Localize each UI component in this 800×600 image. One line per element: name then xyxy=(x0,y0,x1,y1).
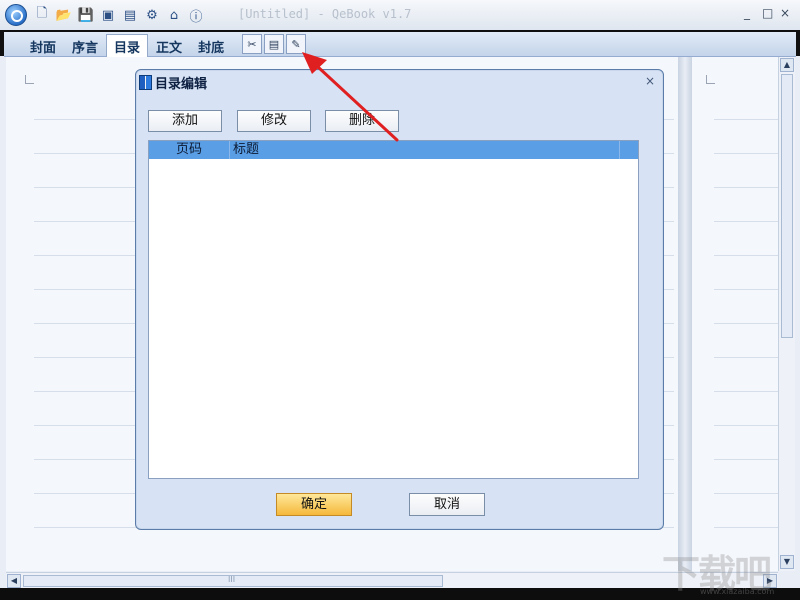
ruled-line xyxy=(714,391,778,392)
dialog-close-button[interactable]: × xyxy=(645,74,655,88)
ruled-line xyxy=(714,153,778,154)
close-window-button[interactable]: × xyxy=(780,6,790,20)
ruled-line xyxy=(714,255,778,256)
vertical-scrollbar[interactable]: ▲ ▼ xyxy=(778,57,795,571)
ruled-line xyxy=(714,119,778,120)
page-corner-mark xyxy=(706,75,715,84)
publish-icon[interactable]: ⚙ xyxy=(142,5,162,25)
watermark-url: www.xiazaiba.com xyxy=(700,587,775,596)
title-bar: 🗋 📂 💾 ▣ ▤ ⚙ ⌂ ⓘ [Untitled] - QeBook v1.7… xyxy=(0,0,800,30)
save-icon[interactable]: 💾 xyxy=(76,5,96,25)
ruled-line xyxy=(714,425,778,426)
ruled-line xyxy=(714,289,778,290)
ruled-line xyxy=(714,459,778,460)
dialog-title: 目录编辑 xyxy=(155,77,208,92)
quick-access-toolbar: 🗋 📂 💾 ▣ ▤ ⚙ ⌂ ⓘ xyxy=(32,5,206,25)
ruled-line xyxy=(714,493,778,494)
page-corner-mark xyxy=(25,75,34,84)
maximize-button[interactable]: □ xyxy=(762,6,773,20)
ruled-line xyxy=(714,527,778,528)
edit-button[interactable]: 修改 xyxy=(237,110,311,132)
cancel-button[interactable]: 取消 xyxy=(409,493,485,516)
dialog-title-bar: 目录编辑 xyxy=(139,73,207,92)
tab-tools: ✂ ▤ ✎ xyxy=(242,34,306,54)
window-title: [Untitled] - QeBook v1.7 xyxy=(238,7,412,21)
minimize-button[interactable]: _ xyxy=(744,6,750,20)
page-right xyxy=(692,57,778,571)
toc-edit-dialog: 目录编辑 × 添加 修改 删除 页码 标题 确定 取消 xyxy=(135,69,664,530)
edit-toc-icon[interactable]: ✎ xyxy=(286,34,306,54)
add-button[interactable]: 添加 xyxy=(148,110,222,132)
horizontal-scroll-thumb[interactable]: III xyxy=(23,575,443,587)
settings-tool-icon[interactable]: ✂ xyxy=(242,34,262,54)
ruled-line xyxy=(714,323,778,324)
ruled-line xyxy=(714,221,778,222)
delete-button[interactable]: 删除 xyxy=(325,110,399,132)
scroll-grip: III xyxy=(228,575,236,584)
open-icon[interactable]: 📂 xyxy=(54,5,74,25)
home-icon[interactable]: ⌂ xyxy=(164,5,184,25)
section-tabs: 封面 序言 目录 正文 封底 ✂ ▤ ✎ xyxy=(4,32,796,60)
scroll-down-button[interactable]: ▼ xyxy=(780,555,794,569)
preview-icon[interactable]: ▤ xyxy=(120,5,140,25)
column-header-title[interactable]: 标题 xyxy=(233,141,620,159)
list-header: 页码 标题 xyxy=(149,141,638,159)
new-icon[interactable]: 🗋 xyxy=(32,5,52,25)
ruled-line xyxy=(714,357,778,358)
help-icon[interactable]: ⓘ xyxy=(186,5,206,25)
app-menu-icon[interactable] xyxy=(5,4,27,26)
scroll-up-button[interactable]: ▲ xyxy=(780,58,794,72)
page-gutter xyxy=(678,57,692,571)
ruled-line xyxy=(714,187,778,188)
export-icon[interactable]: ▣ xyxy=(98,5,118,25)
ok-button[interactable]: 确定 xyxy=(276,493,352,516)
toc-list[interactable]: 页码 标题 xyxy=(148,140,639,479)
scroll-left-button[interactable]: ◀ xyxy=(7,574,21,588)
vertical-scroll-thumb[interactable] xyxy=(781,74,793,338)
book-icon xyxy=(139,75,152,90)
column-header-page[interactable]: 页码 xyxy=(149,141,230,159)
page-tool-icon[interactable]: ▤ xyxy=(264,34,284,54)
